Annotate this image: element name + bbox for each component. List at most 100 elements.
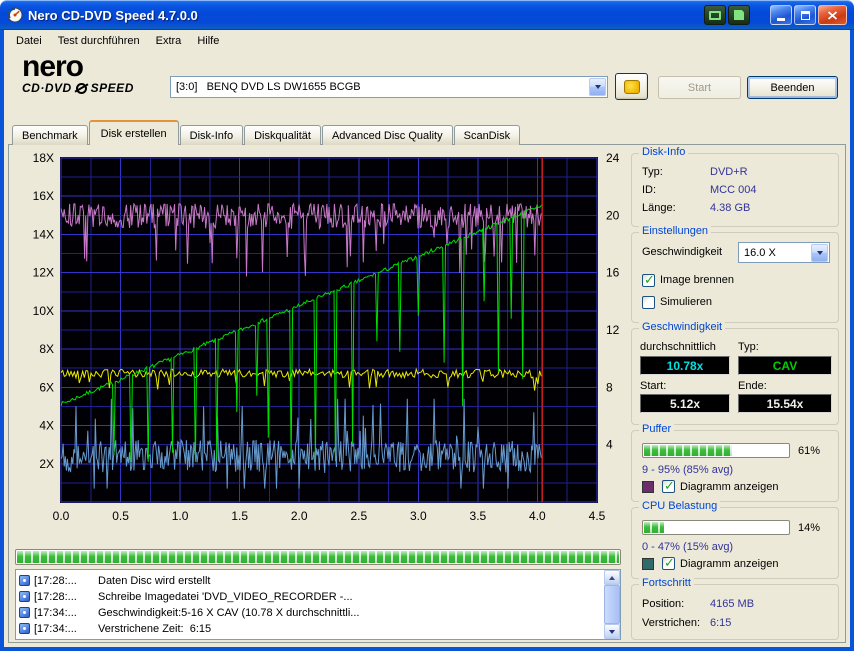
puffer-group: Puffer 61% 9 - 95% (85% avg) Diagramm an…	[631, 430, 839, 502]
disc-icon	[76, 83, 87, 94]
drive-tool-button[interactable]	[615, 73, 648, 100]
triangle-down-glyph	[609, 630, 615, 634]
cpu-swatch	[642, 558, 654, 570]
svg-text:4.0: 4.0	[529, 509, 546, 523]
svg-text:4.5: 4.5	[589, 509, 606, 523]
checkbox-box	[642, 296, 655, 309]
titlebar-capture-icon	[709, 11, 721, 20]
chevron-down-icon[interactable]	[811, 244, 828, 262]
svg-text:1.0: 1.0	[172, 509, 189, 523]
disk-typ-value: DVD+R	[710, 166, 748, 178]
image-brennen-checkbox[interactable]: Image brennen	[642, 273, 734, 287]
buffer-bar-fill	[644, 445, 732, 456]
scrollbar-thumb[interactable]	[604, 585, 620, 624]
speed-chart: 2X4X6X8X10X12X14X16X18X48121620240.00.51…	[15, 150, 627, 532]
buffer-range: 9 - 95% (85% avg)	[642, 464, 733, 476]
disk-laenge-value: 4.38 GB	[710, 202, 750, 214]
burn-progress-bar	[15, 549, 621, 565]
window-border-left	[0, 30, 4, 651]
speed-typ-display: CAV	[738, 356, 832, 375]
disk-id-row: ID: MCC 004	[642, 184, 832, 198]
menu-datei[interactable]: Datei	[8, 32, 50, 50]
disk-id-label: ID:	[642, 184, 656, 196]
svg-text:10X: 10X	[33, 304, 54, 318]
cpu-title: CPU Belastung	[639, 500, 720, 512]
app-window: Nero CD-DVD Speed 4.7.0.0 Datei Test dur…	[0, 0, 854, 651]
menu-test-durchfuehren[interactable]: Test durchführen	[50, 32, 148, 50]
fortschritt-title: Fortschritt	[639, 577, 694, 589]
disk-laenge-row: Länge: 4.38 GB	[642, 202, 832, 216]
titlebar-controls	[704, 5, 847, 25]
ende-speed-display: 15.54x	[738, 394, 832, 413]
tab-scandisk[interactable]: ScanDisk	[454, 125, 520, 145]
titlebar-save-button[interactable]	[728, 5, 750, 25]
buffer-diagram-label: Diagramm anzeigen	[680, 481, 778, 493]
menu-hilfe[interactable]: Hilfe	[189, 32, 227, 50]
svg-text:3.5: 3.5	[470, 509, 487, 523]
position-label: Position:	[642, 598, 684, 610]
triangle-up-glyph	[609, 576, 615, 580]
close-icon	[827, 11, 838, 20]
disk-id-value: MCC 004	[710, 184, 756, 196]
scroll-up-button[interactable]	[604, 570, 620, 585]
checkbox-box	[662, 557, 675, 570]
minimize-icon	[777, 18, 785, 21]
svg-text:20: 20	[606, 208, 620, 222]
cpu-group: CPU Belastung 14% 0 - 47% (15% avg) Diag…	[631, 507, 839, 579]
start-button[interactable]: Start	[658, 76, 741, 99]
burn-bar-fill	[17, 551, 619, 563]
svg-text:14X: 14X	[33, 227, 54, 241]
disk-info-title: Disk-Info	[639, 146, 688, 158]
disk-typ-label: Typ:	[642, 166, 663, 178]
log-entry[interactable]: [17:28:... Daten Disc wird erstellt	[19, 573, 601, 588]
quit-button[interactable]: Beenden	[747, 76, 838, 99]
image-brennen-label: Image brennen	[660, 274, 734, 286]
log-entry-text: Schreibe Imagedatei 'DVD_VIDEO_RECORDER …	[98, 591, 353, 603]
buffer-diagram-checkbox[interactable]: Diagramm anzeigen	[662, 480, 778, 493]
simulieren-checkbox[interactable]: Simulieren	[642, 295, 712, 309]
log-scrollbar[interactable]	[604, 570, 620, 639]
disk-typ-row: Typ: DVD+R	[642, 166, 832, 180]
log-entry-text: Verstrichene Zeit: 6:15	[98, 623, 211, 635]
svg-text:12X: 12X	[33, 266, 54, 280]
checkbox-box	[662, 480, 675, 493]
scroll-down-button[interactable]	[604, 624, 620, 639]
log-entry[interactable]: [17:34:... Verstrichene Zeit: 6:15	[19, 621, 601, 636]
svg-text:8: 8	[606, 380, 613, 394]
svg-text:8X: 8X	[39, 342, 54, 356]
verstrichen-label: Verstrichen:	[642, 617, 700, 629]
svg-text:2.0: 2.0	[291, 509, 308, 523]
chevron-down-icon[interactable]	[589, 78, 606, 96]
position-row: Position: 4165 MB	[642, 598, 832, 612]
svg-text:4X: 4X	[39, 419, 54, 433]
tab-advanced-disc-quality[interactable]: Advanced Disc Quality	[322, 125, 453, 145]
log-entry-time: [17:34:...	[34, 623, 94, 635]
speed-select[interactable]: 16.0 X	[738, 242, 830, 263]
puffer-title: Puffer	[639, 423, 674, 435]
drive-selector[interactable]: [3:0] BENQ DVD LS DW1655 BCGB	[170, 76, 608, 98]
menu-extra[interactable]: Extra	[148, 32, 190, 50]
svg-text:3.0: 3.0	[410, 509, 427, 523]
tab-benchmark[interactable]: Benchmark	[12, 125, 88, 145]
log-entry[interactable]: [17:34:... Geschwindigkeit:5-16 X CAV (1…	[19, 605, 601, 620]
maximize-button[interactable]	[794, 5, 816, 25]
cpu-bar-fill	[644, 522, 664, 533]
maximize-icon	[801, 11, 810, 20]
tab-disk-info[interactable]: Disk-Info	[180, 125, 243, 145]
svg-text:2.5: 2.5	[350, 509, 367, 523]
tab-diskqualitaet[interactable]: Diskqualität	[244, 125, 321, 145]
tab-disk-erstellen[interactable]: Disk erstellen	[89, 120, 179, 145]
titlebar-capture-button[interactable]	[704, 5, 726, 25]
log-entry-text: Geschwindigkeit:5-16 X CAV (10.78 X durc…	[98, 607, 359, 619]
speed-select-label: Geschwindigkeit	[642, 246, 722, 258]
minimize-button[interactable]	[770, 5, 792, 25]
window-border-bottom	[0, 647, 854, 651]
close-button[interactable]	[818, 5, 847, 25]
svg-text:16X: 16X	[33, 189, 54, 203]
buffer-progress-bar	[642, 443, 790, 458]
svg-text:0.5: 0.5	[112, 509, 129, 523]
geschwindigkeit-group: Geschwindigkeit durchschnittlich Typ: 10…	[631, 328, 839, 425]
drive-selector-value: [3:0] BENQ DVD LS DW1655 BCGB	[171, 81, 361, 93]
log-entry[interactable]: [17:28:... Schreibe Imagedatei 'DVD_VIDE…	[19, 589, 601, 604]
cpu-diagram-checkbox[interactable]: Diagramm anzeigen	[662, 557, 778, 570]
